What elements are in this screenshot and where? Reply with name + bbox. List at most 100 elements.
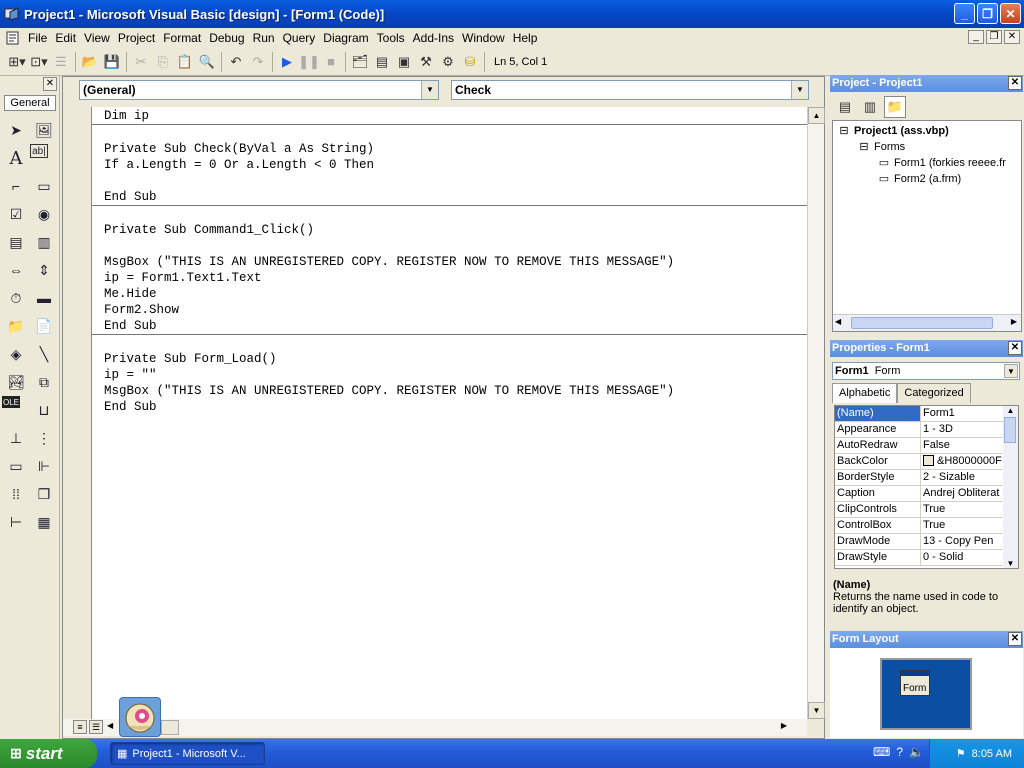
run-icon[interactable]: ▶ [276, 51, 298, 73]
code-horizontal-scrollbar[interactable]: ≡ ☰ ◀ ▶ [63, 697, 807, 737]
treeview-tool-icon[interactable]: ⊩ [30, 452, 58, 480]
menu-editor-icon[interactable]: ☰ [50, 51, 72, 73]
mdi-close-button[interactable]: ✕ [1004, 30, 1020, 44]
property-row[interactable]: Caption Andrej Obliterat [835, 486, 1018, 502]
toolbox-close-button[interactable]: ✕ [43, 77, 57, 91]
toolbox-icon[interactable]: ⚙ [437, 51, 459, 73]
optionbutton-tool-icon[interactable]: ◉ [30, 200, 58, 228]
code-body[interactable]: Dim ip Private Sub Check(ByVal a As Strin… [92, 107, 807, 415]
tree-item[interactable]: ▭ Form2 (a.frm) [833, 171, 1021, 187]
code-line[interactable] [104, 206, 807, 222]
form-layout-close-button[interactable]: ✕ [1008, 632, 1022, 646]
property-row[interactable]: (Name) Form1 [835, 406, 1018, 422]
filelistbox-tool-icon[interactable]: 📄 [30, 312, 58, 340]
toolbar-tool-icon[interactable]: ⋮ [30, 424, 58, 452]
property-row[interactable]: AutoRedraw False [835, 438, 1018, 454]
shape-tool-icon[interactable]: ◈ [2, 340, 30, 368]
tree-item[interactable]: ⊟ Project1 (ass.vbp) [833, 123, 1021, 139]
scroll-down-icon[interactable]: ▼ [1003, 559, 1018, 568]
code-line[interactable]: If a.Length = 0 Or a.Length < 0 Then [104, 157, 807, 173]
dirlistbox-tool-icon[interactable]: 📁 [2, 312, 30, 340]
properties-grid[interactable]: (Name) Form1 Appearance 1 - 3D AutoRedraw Fal… [834, 405, 1019, 569]
form-layout-header[interactable]: Form Layout ✕ [830, 631, 1023, 648]
chevron-down-icon[interactable]: ▼ [791, 81, 808, 99]
clock[interactable]: 8:05 AM [972, 748, 1012, 760]
statusbar-tool-icon[interactable]: ⊢ [2, 508, 30, 536]
collapse-icon[interactable]: ⊟ [837, 123, 851, 139]
hscrollbar-tool-icon[interactable]: ⇔ [2, 256, 30, 284]
combobox-tool-icon[interactable]: ▤ [2, 228, 30, 256]
code-line[interactable]: End Sub [104, 318, 807, 334]
find-icon[interactable]: 🔍 [196, 51, 218, 73]
scroll-thumb[interactable] [851, 317, 993, 329]
progressbar-tool-icon[interactable]: ▭ [2, 452, 30, 480]
commandbutton-tool-icon[interactable]: ▭ [30, 172, 58, 200]
add-project-icon[interactable]: ⊞▾ [6, 51, 28, 73]
properties-object-select[interactable]: Form1 Form ▼ [832, 362, 1020, 380]
chevron-down-icon[interactable]: ▼ [1004, 364, 1018, 378]
project-close-button[interactable]: ✕ [1008, 76, 1022, 90]
tree-item[interactable]: ⊟ Forms [833, 139, 1021, 155]
code-vertical-scrollbar[interactable]: ▲ ▼ [807, 107, 825, 719]
timer-tool-icon[interactable]: ⏱ [2, 284, 30, 312]
property-row[interactable]: ClipControls True [835, 502, 1018, 518]
menu-query[interactable]: Query [279, 28, 320, 48]
menu-diagram[interactable]: Diagram [319, 28, 372, 48]
code-line[interactable]: MsgBox ("THIS IS AN UNREGISTERED COPY. R… [104, 383, 807, 399]
picturebox-tool-icon[interactable]: 🖼 [30, 116, 58, 144]
data-view-icon[interactable]: ⛁ [459, 51, 481, 73]
code-line[interactable]: Dim ip [104, 108, 807, 124]
code-line[interactable]: Me.Hide [104, 286, 807, 302]
scroll-right-icon[interactable]: ▶ [1011, 317, 1017, 326]
menu-project[interactable]: Project [114, 28, 159, 48]
scroll-up-icon[interactable]: ▲ [808, 107, 825, 124]
property-row[interactable]: Appearance 1 - 3D [835, 422, 1018, 438]
object-combo[interactable]: (General) ▼ [79, 80, 439, 100]
pause-icon[interactable]: ❚❚ [298, 51, 320, 73]
menu-run[interactable]: Run [249, 28, 279, 48]
property-row[interactable]: ControlBox True [835, 518, 1018, 534]
open-folder-icon[interactable]: 📂 [79, 51, 101, 73]
taskbar-item-vb[interactable]: ▦ Project1 - Microsoft V... [110, 742, 265, 765]
project-panel-header[interactable]: Project - Project1 ✕ [830, 75, 1023, 92]
code-line[interactable] [104, 125, 807, 141]
listbox-tool-icon[interactable]: ▥ [30, 228, 58, 256]
office-assistant-icon[interactable] [119, 697, 161, 737]
chevron-down-icon[interactable]: ▼ [421, 81, 438, 99]
redo-icon[interactable]: ↷ [247, 51, 269, 73]
tab-categorized[interactable]: Categorized [897, 383, 971, 403]
title-bar[interactable]: Project1 - Microsoft Visual Basic [desig… [0, 0, 1024, 28]
menu-edit[interactable]: Edit [51, 28, 80, 48]
scroll-thumb[interactable] [161, 720, 179, 735]
procedure-view-icon[interactable]: ≡ [73, 720, 87, 734]
scroll-left-icon[interactable]: ◀ [107, 721, 113, 730]
slider-tool-icon[interactable]: ⊥ [2, 424, 30, 452]
menu-window[interactable]: Window [458, 28, 509, 48]
copy-icon[interactable]: ⎘ [152, 51, 174, 73]
code-editor[interactable]: Dim ip Private Sub Check(ByVal a As Strin… [91, 107, 807, 719]
menu-format[interactable]: Format [159, 28, 205, 48]
stop-icon[interactable]: ■ [320, 51, 342, 73]
code-line[interactable] [104, 335, 807, 351]
property-row[interactable]: DrawMode 13 - Copy Pen [835, 534, 1018, 550]
keyboard-icon[interactable]: ⌨ [873, 745, 890, 759]
tree-item[interactable]: ▭ Form1 (forkies reeee.fr [833, 155, 1021, 171]
menu-debug[interactable]: Debug [205, 28, 248, 48]
object-browser-icon[interactable]: ⚒ [415, 51, 437, 73]
image-tool-icon[interactable]: 🏞 [2, 368, 30, 396]
close-button[interactable]: ✕ [1000, 3, 1021, 24]
frame-tool-icon[interactable]: ⌐ [2, 172, 30, 200]
listview-tool-icon[interactable]: ⁞⁞ [2, 480, 30, 508]
code-line[interactable]: End Sub [104, 399, 807, 415]
form-layout-icon[interactable]: ▣ [393, 51, 415, 73]
properties-vertical-scrollbar[interactable]: ▲ ▼ [1003, 406, 1018, 568]
pointer-tool-icon[interactable]: ➤ [2, 116, 30, 144]
help-icon[interactable]: ? [896, 745, 903, 759]
collapse-icon[interactable]: ⊟ [857, 139, 871, 155]
code-line[interactable]: ip = Form1.Text1.Text [104, 270, 807, 286]
properties-panel-header[interactable]: Properties - Form1 ✕ [830, 340, 1023, 357]
save-icon[interactable]: 💾 [101, 51, 123, 73]
vscrollbar-tool-icon[interactable]: ⇕ [30, 256, 58, 284]
sound-icon[interactable]: 🔈 [909, 745, 924, 759]
mdi-minimize-button[interactable]: _ [968, 30, 984, 44]
